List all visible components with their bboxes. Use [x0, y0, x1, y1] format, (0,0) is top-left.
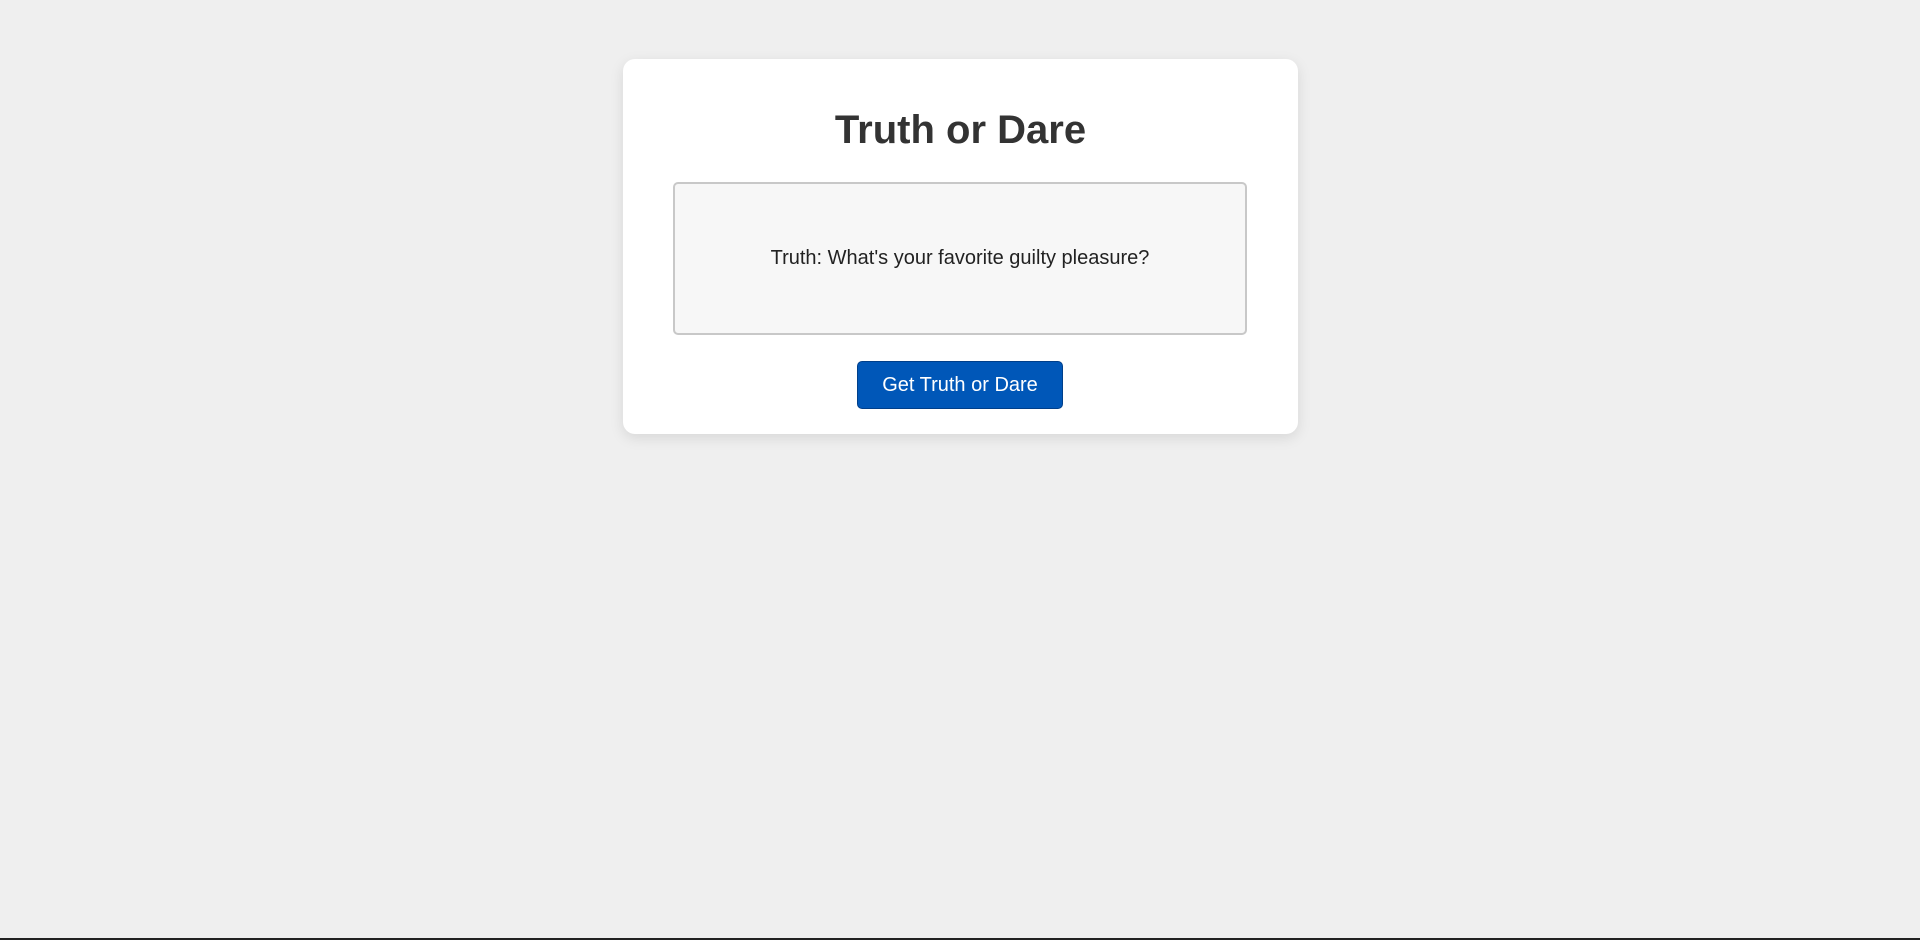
get-truth-or-dare-button[interactable]: Get Truth or Dare — [857, 361, 1063, 409]
game-card: Truth or Dare Truth: What's your favorit… — [623, 59, 1298, 434]
prompt-text: Truth: What's your favorite guilty pleas… — [770, 247, 1150, 269]
page-title: Truth or Dare — [834, 108, 1087, 152]
prompt-display-box: Truth: What's your favorite guilty pleas… — [673, 182, 1247, 335]
